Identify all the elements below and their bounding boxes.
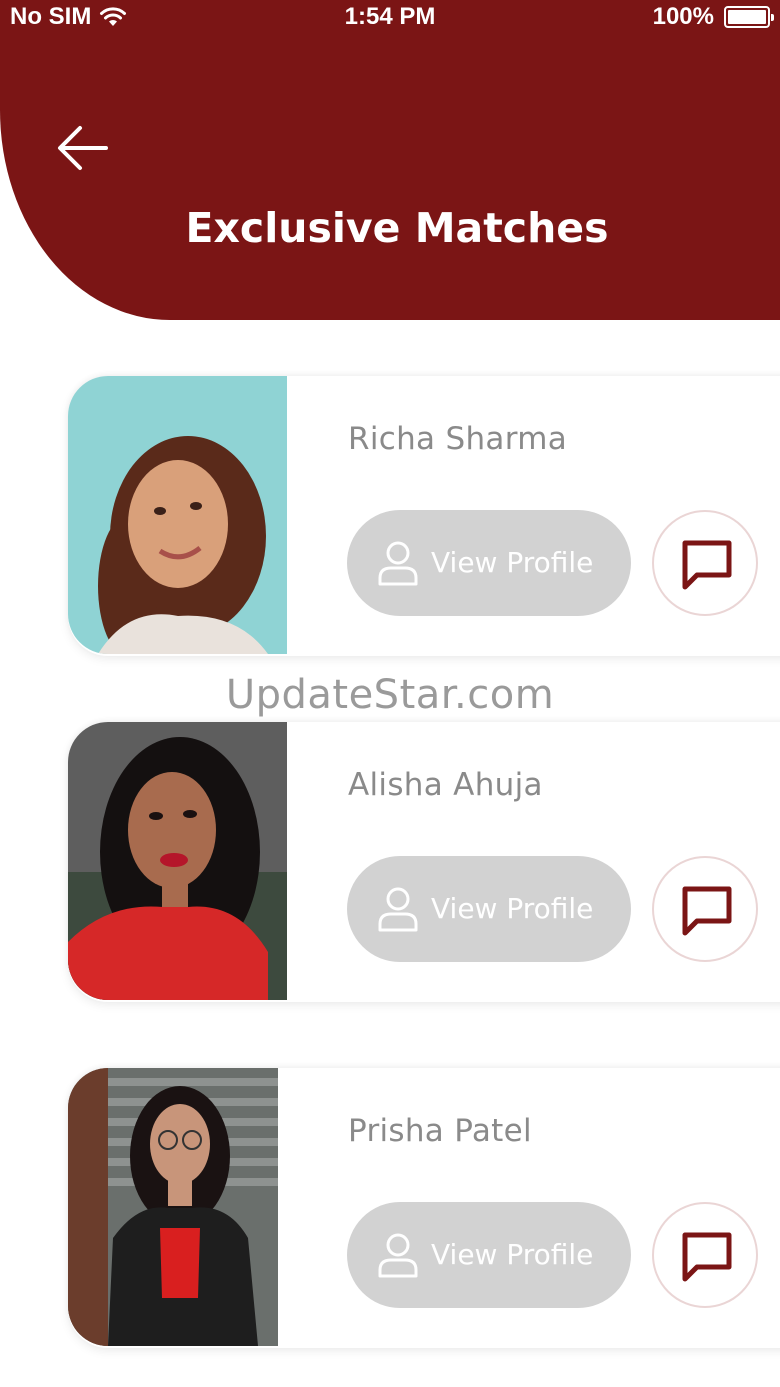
view-profile-label: View Profile — [431, 892, 594, 925]
user-icon — [378, 541, 418, 586]
arrow-left-icon — [58, 126, 108, 170]
profile-photo[interactable] — [68, 1068, 278, 1346]
chat-button[interactable] — [652, 510, 758, 616]
chat-bubble-icon — [682, 886, 732, 936]
match-name: Prisha Patel — [348, 1113, 532, 1149]
battery-percent: 100% — [652, 3, 714, 30]
portrait-image — [68, 376, 287, 654]
match-card: Prisha Patel View Profile — [68, 1068, 780, 1348]
view-profile-label: View Profile — [431, 546, 594, 579]
view-profile-button[interactable]: View Profile — [347, 856, 631, 962]
profile-photo[interactable] — [68, 722, 287, 1000]
match-card: Alisha Ahuja View Profile — [68, 722, 780, 1002]
profile-photo[interactable] — [68, 376, 287, 654]
watermark: UpdateStar.com — [225, 672, 555, 718]
view-profile-button[interactable]: View Profile — [347, 510, 631, 616]
portrait-image — [68, 722, 287, 1000]
battery-icon — [724, 6, 774, 28]
page-title: Exclusive Matches — [185, 204, 609, 252]
header-banner — [0, 0, 780, 320]
view-profile-label: View Profile — [431, 1238, 594, 1271]
status-bar: No SIM 1:54 PM 100% — [0, 0, 780, 34]
user-icon — [378, 1233, 418, 1278]
chat-button[interactable] — [652, 856, 758, 962]
portrait-image — [68, 1068, 278, 1346]
user-icon — [378, 887, 418, 932]
chat-bubble-icon — [682, 1232, 732, 1282]
match-card: Richa Sharma View Profile — [68, 376, 780, 656]
match-name: Richa Sharma — [348, 421, 568, 457]
chat-bubble-icon — [682, 540, 732, 590]
status-right: 100% — [652, 3, 774, 31]
view-profile-button[interactable]: View Profile — [347, 1202, 631, 1308]
chat-button[interactable] — [652, 1202, 758, 1308]
match-name: Alisha Ahuja — [348, 767, 543, 803]
back-button[interactable] — [52, 118, 116, 178]
